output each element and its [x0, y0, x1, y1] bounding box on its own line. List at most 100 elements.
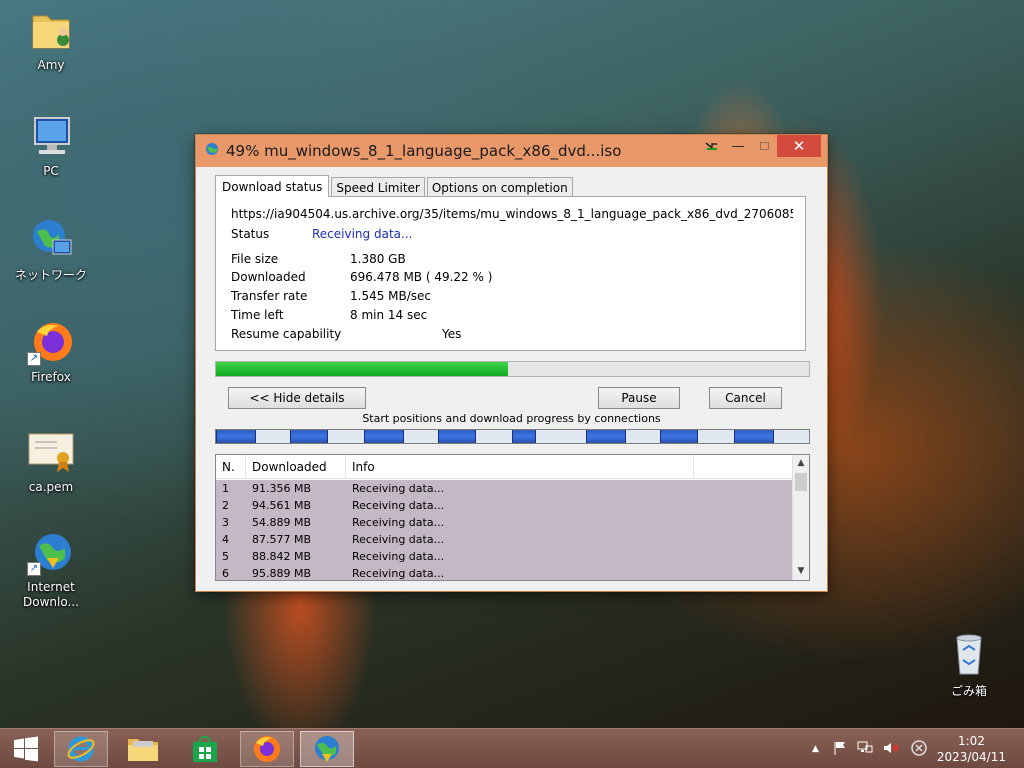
time-left-row: Time left 8 min 14 sec [231, 308, 427, 322]
tray-arrow-icon [705, 142, 717, 150]
table-row[interactable]: 1 91.356 MB Receiving data... [216, 480, 792, 497]
column-header-n[interactable]: N. [216, 455, 246, 478]
row-number: 4 [222, 533, 229, 546]
connection-segment [438, 430, 476, 443]
row-downloaded: 91.356 MB [252, 482, 312, 495]
connection-segment [290, 430, 328, 443]
download-progress-dialog: 49% mu_windows_8_1_language_pack_x86_dvd… [195, 134, 828, 592]
taskbar-internet-explorer[interactable] [54, 731, 108, 767]
shortcut-arrow-icon: ↗ [27, 562, 41, 576]
desktop-icon-pc[interactable]: PC [14, 112, 88, 178]
status-label: Status [231, 227, 270, 241]
transfer-rate-row: Transfer rate 1.545 MB/sec [231, 289, 431, 303]
connections-progress-bar [215, 429, 810, 444]
list-scrollbar[interactable]: ▲ ▼ [792, 455, 809, 580]
table-row[interactable]: 2 94.561 MB Receiving data... [216, 497, 792, 514]
dialog-title: 49% mu_windows_8_1_language_pack_x86_dvd… [226, 142, 622, 160]
shortcut-arrow-icon: ↗ [27, 352, 41, 366]
desktop-icon-label: ごみ箱 [950, 684, 987, 698]
connections-list-header: N. Downloaded Info [216, 455, 809, 479]
taskbar-store[interactable] [178, 731, 232, 767]
taskbar-internet-download-manager[interactable] [300, 731, 354, 767]
connections-list-rows: 1 91.356 MB Receiving data... 2 94.561 MB Re… [216, 480, 792, 580]
cancel-button[interactable]: Cancel [709, 387, 782, 409]
system-tray: ▲ [812, 729, 927, 768]
desktop-icon-recycle-bin[interactable]: ごみ箱 [932, 630, 1006, 699]
desktop-icon-ca-pem[interactable]: ca.pem [14, 428, 88, 494]
download-status-panel: https://ia904504.us.archive.org/35/items… [215, 196, 806, 351]
desktop-icon-idm[interactable]: ↗ Internet Downlo... [14, 528, 88, 610]
table-row[interactable]: 3 54.889 MB Receiving data... [216, 514, 792, 531]
desktop-icon-network[interactable]: ネットワーク [14, 214, 88, 283]
action-center-flag-icon[interactable] [833, 741, 847, 758]
close-button[interactable]: ✕ [777, 135, 821, 157]
minimize-button[interactable]: — [725, 135, 751, 157]
row-number: 3 [222, 516, 229, 529]
taskbar-file-explorer[interactable] [116, 731, 170, 767]
table-row[interactable]: 5 88.842 MB Receiving data... [216, 548, 792, 565]
table-row[interactable]: 4 87.577 MB Receiving data... [216, 531, 792, 548]
column-header-info[interactable]: Info [346, 455, 694, 478]
firefox-icon: ↗ [27, 318, 75, 366]
folder-icon [128, 739, 158, 761]
desktop-icon-label: ca.pem [28, 480, 74, 494]
status-row: Status Receiving data... [231, 227, 412, 241]
table-row[interactable]: 6 95.889 MB Receiving data... [216, 565, 792, 580]
firefox-icon [254, 736, 280, 762]
internet-explorer-icon [67, 736, 95, 762]
maximize-button[interactable] [751, 135, 777, 157]
scroll-thumb[interactable] [795, 473, 807, 491]
dialog-titlebar[interactable]: 49% mu_windows_8_1_language_pack_x86_dvd… [196, 135, 827, 167]
pause-button[interactable]: Pause [598, 387, 680, 409]
user-folder-icon [27, 6, 75, 54]
show-hidden-icons-icon[interactable]: ▲ [812, 744, 819, 754]
recycle-bin-icon [945, 630, 993, 678]
tab-options-on-completion[interactable]: Options on completion [426, 177, 573, 197]
maximize-icon [759, 142, 769, 150]
desktop-icon-amy[interactable]: Amy [14, 6, 88, 72]
taskbar: ▲ 1:02 2023/04/11 [0, 728, 1024, 768]
desktop-icon-firefox[interactable]: ↗ Firefox [14, 318, 88, 384]
clock-date: 2023/04/11 [936, 750, 1006, 764]
volume-muted-icon[interactable] [883, 741, 899, 758]
certificate-icon [27, 428, 75, 476]
minimize-to-tray-button[interactable] [699, 135, 725, 157]
connection-segment [586, 430, 626, 443]
taskbar-clock[interactable]: 1:02 2023/04/11 [937, 733, 1006, 765]
taskbar-firefox[interactable] [240, 731, 294, 767]
hide-details-button[interactable]: << Hide details [228, 387, 366, 409]
row-number: 5 [222, 550, 229, 563]
row-info: Receiving data... [352, 533, 445, 546]
start-button[interactable] [4, 731, 48, 767]
row-info: Receiving data... [352, 499, 445, 512]
error-status-icon[interactable] [911, 739, 927, 759]
download-progress-bar [215, 361, 810, 377]
transfer-rate-label: Transfer rate [231, 289, 308, 303]
network-status-icon[interactable] [857, 741, 873, 758]
downloaded-row: Downloaded 696.478 MB ( 49.22 % ) [231, 270, 492, 284]
scroll-up-icon[interactable]: ▲ [793, 455, 809, 472]
resume-capability-row: Resume capability Yes [231, 327, 461, 341]
connections-caption: Start positions and download progress by… [362, 412, 661, 425]
connection-segment [660, 430, 698, 443]
row-downloaded: 88.842 MB [252, 550, 312, 563]
column-header-downloaded[interactable]: Downloaded [246, 455, 346, 478]
desktop-icon-label: ネットワーク [14, 268, 87, 282]
store-icon [193, 735, 217, 762]
scroll-down-icon[interactable]: ▼ [793, 563, 809, 580]
downloaded-value: 696.478 MB ( 49.22 % ) [350, 270, 493, 284]
connection-segment [512, 430, 536, 443]
row-downloaded: 94.561 MB [252, 499, 312, 512]
computer-icon [27, 112, 75, 160]
row-downloaded: 95.889 MB [252, 567, 312, 580]
connections-list[interactable]: N. Downloaded Info 1 91.356 MB Receiving d… [215, 454, 810, 581]
row-info: Receiving data... [352, 482, 445, 495]
downloaded-label: Downloaded [231, 270, 306, 284]
row-info: Receiving data... [352, 516, 445, 529]
tab-download-status[interactable]: Download status [215, 175, 330, 197]
idm-app-icon [204, 141, 220, 161]
tab-speed-limiter[interactable]: Speed Limiter [331, 177, 425, 197]
dialog-body: Download status Speed Limiter Options on… [204, 167, 819, 583]
row-info: Receiving data... [352, 567, 445, 580]
row-downloaded: 87.577 MB [252, 533, 312, 546]
